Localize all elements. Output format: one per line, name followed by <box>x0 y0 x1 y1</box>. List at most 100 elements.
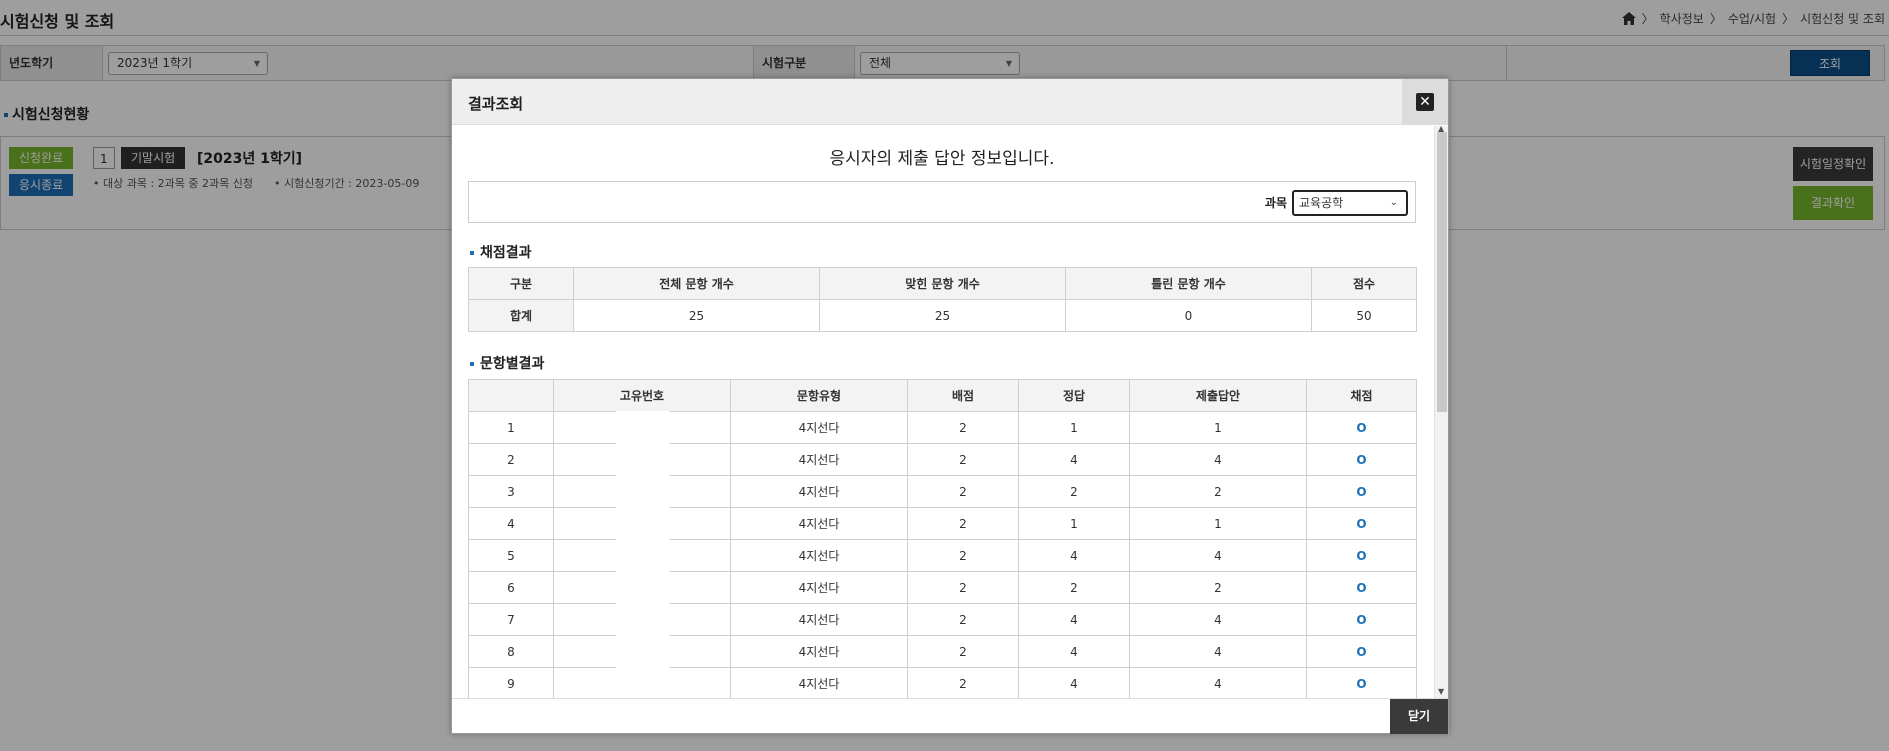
total-label: 합계 <box>468 299 574 332</box>
grading-mark: O <box>1306 443 1417 476</box>
question-number: 2 <box>468 443 554 476</box>
points: 2 <box>907 507 1019 540</box>
unique-id <box>553 603 731 637</box>
submitted-answer: 4 <box>1129 603 1307 636</box>
chevron-down-icon: ⌄ <box>1389 197 1398 208</box>
column-header: 문항유형 <box>730 379 908 412</box>
question-results-title: 문항별결과 <box>470 353 544 373</box>
modal-footer: 닫기 <box>452 698 1448 734</box>
correct-answer: 2 <box>1018 475 1130 508</box>
grading-mark: O <box>1306 571 1417 604</box>
unique-id <box>553 475 731 509</box>
grading-mark: O <box>1306 603 1417 636</box>
modal-close-button[interactable]: ✕ <box>1402 79 1448 125</box>
table-row: 2 4지선다 2 4 4 O <box>468 443 1417 477</box>
table-row: 7 4지선다 2 4 4 O <box>468 603 1417 637</box>
points: 2 <box>907 539 1019 572</box>
notice-text: 응시자의 제출 답안 정보입니다. <box>829 149 1055 169</box>
submitted-answer: 1 <box>1129 411 1307 444</box>
correct-count: 25 <box>819 299 1066 332</box>
scroll-down-icon[interactable]: ▼ <box>1438 687 1444 696</box>
unique-id <box>553 635 731 669</box>
correct-answer: 4 <box>1018 603 1130 636</box>
grading-title: 채점결과 <box>470 242 532 262</box>
question-type: 4지선다 <box>730 443 908 476</box>
column-header: 전체 문항 개수 <box>573 267 820 300</box>
question-number: 9 <box>468 667 554 698</box>
grading-mark: O <box>1306 475 1417 508</box>
unique-id <box>553 571 731 605</box>
correct-answer: 2 <box>1018 571 1130 604</box>
wrong-count: 0 <box>1065 299 1312 332</box>
correct-answer: 1 <box>1018 507 1130 540</box>
submitted-answer: 1 <box>1129 507 1307 540</box>
column-header: 구분 <box>468 267 574 300</box>
column-header: 채점 <box>1306 379 1417 412</box>
redaction-block <box>616 539 670 573</box>
redaction-block <box>616 635 670 669</box>
column-header: 정답 <box>1018 379 1130 412</box>
question-number: 8 <box>468 635 554 668</box>
modal-title: 결과조회 <box>468 95 524 113</box>
table-row: 9 4지선다 2 4 4 O <box>468 667 1417 698</box>
column-header: 배점 <box>907 379 1019 412</box>
column-header: 맞힌 문항 개수 <box>819 267 1066 300</box>
points: 2 <box>907 571 1019 604</box>
column-header: 제출답안 <box>1129 379 1307 412</box>
table-row: 3 4지선다 2 2 2 O <box>468 475 1417 509</box>
grading-mark: O <box>1306 411 1417 444</box>
table-row: 5 4지선다 2 4 4 O <box>468 539 1417 573</box>
table-row: 합계 25 25 0 50 <box>468 299 1417 332</box>
question-number: 5 <box>468 539 554 572</box>
submitted-answer: 4 <box>1129 443 1307 476</box>
subject-filter-box: 과목 교육공학 ⌄ <box>468 181 1416 223</box>
column-header: 고유번호 <box>553 379 731 412</box>
grading-mark: O <box>1306 635 1417 668</box>
redaction-block <box>616 475 670 509</box>
score: 50 <box>1311 299 1417 332</box>
submitted-answer: 2 <box>1129 571 1307 604</box>
unique-id <box>553 539 731 573</box>
unique-id <box>553 667 731 698</box>
scrollbar-thumb[interactable] <box>1437 132 1447 412</box>
modal-header: 결과조회 ✕ <box>452 79 1448 125</box>
result-modal: 결과조회 ✕ 응시자의 제출 답안 정보입니다. 과목 교육공학 ⌄ 채점결과 … <box>451 78 1449 734</box>
grading-mark: O <box>1306 539 1417 572</box>
table-row: 8 4지선다 2 4 4 O <box>468 635 1417 669</box>
table-row: 1 4지선다 2 1 1 O <box>468 411 1417 445</box>
table-header-row: 고유번호 문항유형 배점 정답 제출답안 채점 <box>468 379 1417 412</box>
question-type: 4지선다 <box>730 635 908 668</box>
correct-answer: 4 <box>1018 539 1130 572</box>
question-type: 4지선다 <box>730 539 908 572</box>
column-header: 점수 <box>1311 267 1417 300</box>
grading-mark: O <box>1306 507 1417 540</box>
points: 2 <box>907 411 1019 444</box>
question-number: 1 <box>468 411 554 444</box>
question-type: 4지선다 <box>730 667 908 698</box>
table-row: 4 4지선다 2 1 1 O <box>468 507 1417 541</box>
correct-answer: 4 <box>1018 635 1130 668</box>
redaction-block <box>616 507 670 541</box>
correct-answer: 1 <box>1018 411 1130 444</box>
modal-scrollbar[interactable]: ▲ ▼ <box>1434 124 1448 698</box>
column-header <box>468 379 554 412</box>
submitted-answer: 2 <box>1129 475 1307 508</box>
correct-answer: 4 <box>1018 667 1130 698</box>
subject-select[interactable]: 교육공학 ⌄ <box>1292 190 1408 216</box>
redaction-block <box>616 443 670 477</box>
grading-table: 구분 전체 문항 개수 맞힌 문항 개수 틀린 문항 개수 점수 합계 25 2… <box>468 267 1417 332</box>
question-results-table: 고유번호 문항유형 배점 정답 제출답안 채점 1 4지선다 2 1 1 O 2 4지선다 2 4… <box>468 379 1417 698</box>
close-icon: ✕ <box>1416 93 1434 111</box>
close-button[interactable]: 닫기 <box>1390 699 1448 734</box>
question-type: 4지선다 <box>730 571 908 604</box>
unique-id <box>553 411 731 445</box>
grading-mark: O <box>1306 667 1417 698</box>
submitted-answer: 4 <box>1129 667 1307 698</box>
points: 2 <box>907 603 1019 636</box>
question-number: 3 <box>468 475 554 508</box>
table-header-row: 구분 전체 문항 개수 맞힌 문항 개수 틀린 문항 개수 점수 <box>468 267 1417 300</box>
total-count: 25 <box>573 299 820 332</box>
submitted-answer: 4 <box>1129 539 1307 572</box>
points: 2 <box>907 475 1019 508</box>
redaction-block <box>616 603 670 637</box>
